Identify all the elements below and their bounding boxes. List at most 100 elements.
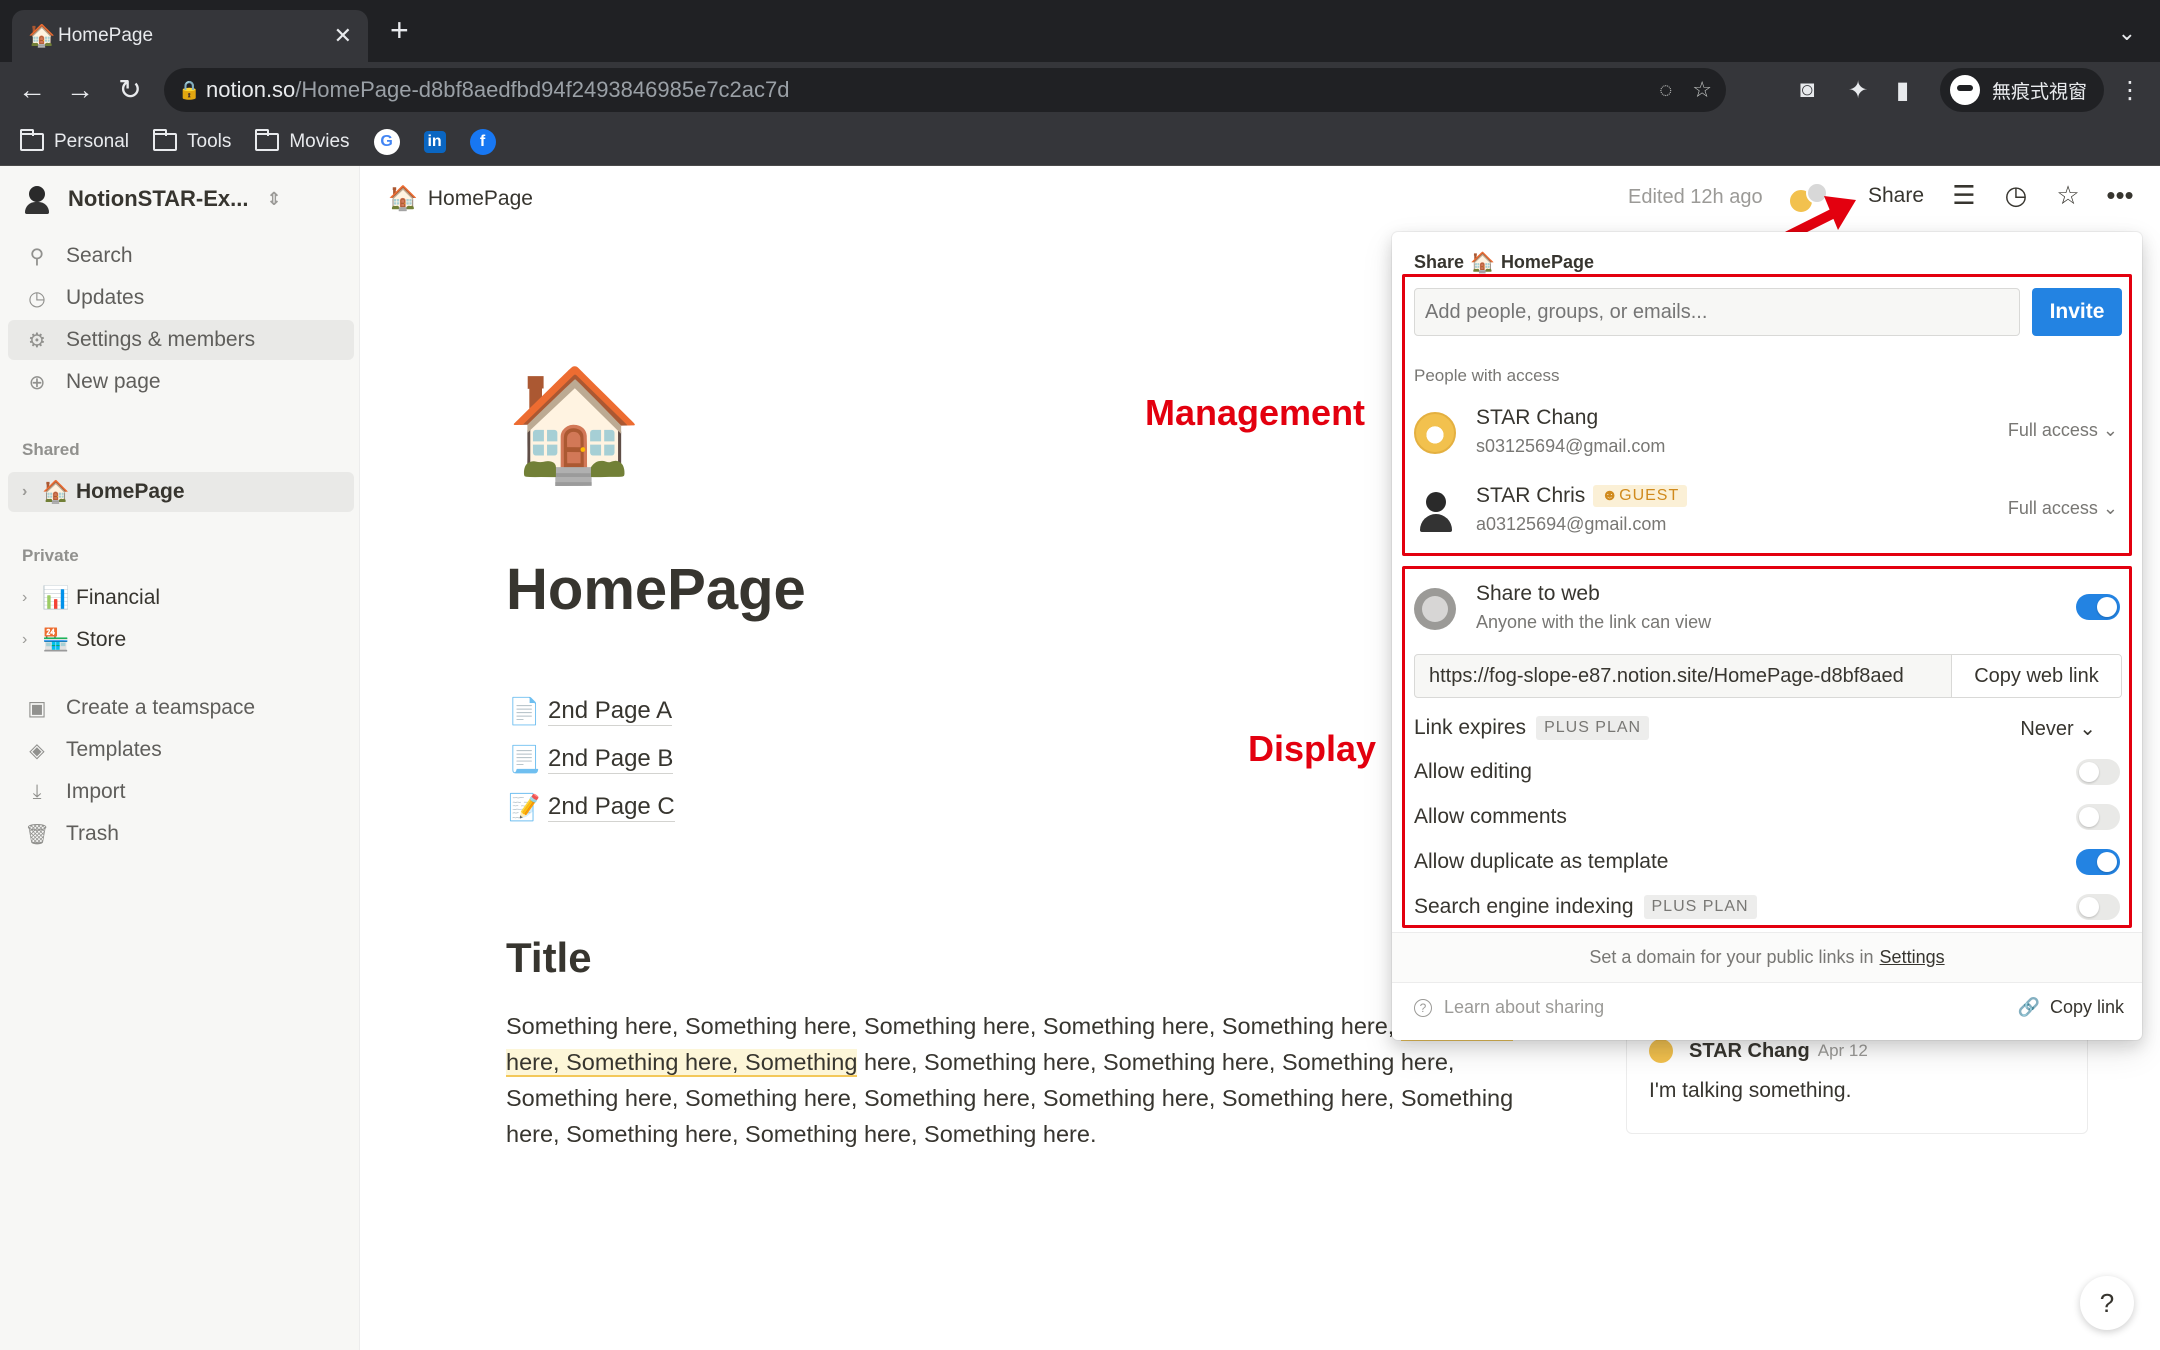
eye-off-icon[interactable]: ◌ [1659,77,1672,103]
shared-section-label: Shared [22,440,80,459]
clock-icon: ◷ [28,287,46,310]
teamspace-icon: ▣ [27,697,47,720]
workspace-switcher[interactable]: NotionSTAR-Ex... ⇕ [22,184,282,214]
subpage-link[interactable]: 📝 2nd Page C [508,787,675,827]
chevron-right-icon[interactable]: › [22,631,42,649]
comment-icon[interactable]: ☰ [1948,180,1980,211]
browser-tab[interactable]: 🏠 HomePage ✕ [12,10,368,62]
link-icon: 🔗 [2017,997,2040,1017]
incognito-icon [1950,75,1980,105]
gear-icon: ⚙ [28,329,46,352]
new-tab-button[interactable]: + [390,14,409,46]
copy-web-link-button[interactable]: Copy web link [1951,655,2121,697]
search-indexing-row: Search engine indexing PLUS PLAN [1414,887,2120,927]
share-to-web-subtitle: Anyone with the link can view [1476,612,1712,632]
sidebar-item-search[interactable]: ⚲ Search [8,236,354,276]
sidebar-page-financial[interactable]: › 📊 Financial [8,578,354,618]
globe-icon [1414,588,1456,630]
sidebar-item-settings[interactable]: ⚙ Settings & members [8,320,354,360]
bookmarks-bar: Personal Tools Movies G in f [0,118,2160,166]
person-name: STAR Chris ☻GUEST [1476,484,1688,508]
page-icon: 📃 [508,743,541,774]
sidepanel-icon[interactable]: ▮ [1896,76,1909,105]
bookmark-folder-movies[interactable]: Movies [255,128,350,153]
list-item: STAR Chang s03125694@gmail.com Full acce… [1414,402,2120,464]
access-level-dropdown[interactable]: Full access ⌄ [2008,498,2118,519]
search-indexing-toggle[interactable] [2076,894,2120,920]
sidebar-item-templates[interactable]: ◈ Templates [8,730,354,770]
close-icon[interactable]: ✕ [334,23,352,49]
learn-sharing-link[interactable]: ? Learn about sharing [1414,997,1604,1018]
sidebar-page-store[interactable]: › 🏪 Store [8,620,354,660]
share-to-web-toggle[interactable] [2076,594,2120,620]
avatar [1414,490,1456,532]
allow-comments-toggle[interactable] [2076,804,2120,830]
camera-icon[interactable]: ◙ [1800,76,1815,104]
edited-timestamp: Edited 12h ago [1628,186,1763,208]
chevron-right-icon[interactable]: › [22,483,42,501]
chevron-right-icon[interactable]: › [22,589,42,607]
settings-link[interactable]: Settings [1880,947,1945,968]
link-expires-row: Link expires PLUS PLAN Never ⌄ [1414,716,2096,741]
sidebar-item-import[interactable]: ⤓ Import [8,772,354,812]
breadcrumb[interactable]: 🏠 HomePage [388,184,533,213]
bookmark-folder-tools[interactable]: Tools [153,128,231,153]
subpage-link[interactable]: 📄 2nd Page A [508,691,673,731]
page-title[interactable]: HomePage [506,556,806,623]
star-icon[interactable]: ☆ [1692,77,1712,103]
extensions-icon[interactable]: ✦ [1848,76,1868,105]
sidebar-page-homepage[interactable]: › 🏠 HomePage [8,472,354,512]
subpage-link[interactable]: 📃 2nd Page B [508,739,674,779]
kebab-menu-icon[interactable]: ⋮ [2118,76,2142,105]
back-icon[interactable]: ← [14,72,50,108]
avatar [1414,412,1456,454]
bookmark-folder-personal[interactable]: Personal [20,128,129,153]
more-icon[interactable]: ••• [2104,180,2136,211]
chart-icon: 📊 [42,585,70,610]
invite-button[interactable]: Invite [2032,288,2122,336]
web-link-url[interactable]: https://fog-slope-e87.notion.site/HomePa… [1415,665,1951,688]
link-expires-dropdown[interactable]: Never ⌄ [2020,716,2096,741]
url-text: notion.so/HomePage-d8bf8aedfbd94f2493846… [206,77,790,102]
page-icon: 📄 [508,695,541,726]
share-button[interactable]: Share [1868,184,1924,208]
allow-editing-toggle[interactable] [2076,759,2120,785]
comment-date: Apr 12 [1817,1041,1868,1060]
facebook-icon[interactable]: f [469,128,496,155]
folder-icon [20,128,44,151]
store-icon: 🏪 [42,627,70,652]
sidebar-item-new-page[interactable]: ⊕ New page [8,362,354,402]
plus-circle-icon: ⊕ [28,371,46,394]
allow-duplicate-toggle[interactable] [2076,849,2120,875]
favorite-star-icon[interactable]: ☆ [2052,180,2084,211]
google-icon[interactable]: G [373,128,400,155]
invite-input[interactable] [1414,288,2020,336]
avatar [1649,1039,1673,1063]
profile-label: 無痕式視窗 [1992,81,2088,103]
incognito-profile[interactable]: 無痕式視窗 [1940,68,2104,112]
comment-author: STAR Chang Apr 12 [1649,1039,1868,1063]
page-icon: 📝 [508,791,541,822]
sidebar: NotionSTAR-Ex... ⇕ ⚲ Search ◷ Updates ⚙ Set… [0,166,360,1350]
help-button[interactable]: ? [2080,1276,2134,1330]
access-level-dropdown[interactable]: Full access ⌄ [2008,420,2118,441]
sidebar-item-create-teamspace[interactable]: ▣ Create a teamspace [8,688,354,728]
linkedin-icon[interactable]: in [423,130,446,153]
people-with-access-label: People with access [1414,366,1560,385]
lock-icon: 🔒 [178,79,201,100]
reload-icon[interactable]: ↻ [112,72,148,108]
section-heading[interactable]: Title [506,934,592,982]
sidebar-item-trash[interactable]: 🗑 Trash [8,814,354,854]
history-icon[interactable]: ◷ [2000,180,2032,211]
copy-link-button[interactable]: 🔗 Copy link [2018,997,2124,1018]
chevron-down-icon[interactable]: ⌄ [2118,20,2136,46]
sidebar-item-updates[interactable]: ◷ Updates [8,278,354,318]
forward-icon[interactable]: → [62,72,98,108]
body-paragraph[interactable]: Something here, Something here, Somethin… [506,1008,1516,1152]
page-icon[interactable]: 🏠 [506,370,643,480]
person-email: a03125694@gmail.com [1476,514,1667,534]
web-link-field[interactable]: https://fog-slope-e87.notion.site/HomePa… [1414,654,2122,698]
domain-note: Set a domain for your public links in Se… [1392,932,2142,982]
address-bar[interactable]: 🔒 notion.so/HomePage-d8bf8aedfbd94f24938… [164,68,1726,112]
folder-icon [153,128,177,151]
